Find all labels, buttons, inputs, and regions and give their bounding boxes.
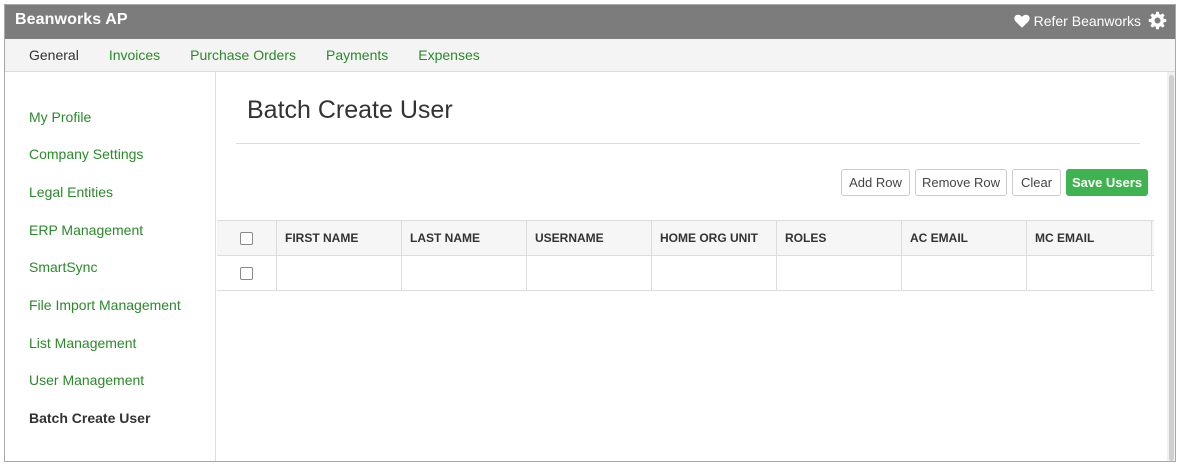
tab-purchase-orders[interactable]: Purchase Orders xyxy=(190,47,296,63)
mc-email-cell[interactable] xyxy=(1027,256,1152,290)
tab-general[interactable]: General xyxy=(29,47,79,63)
first-name-cell[interactable] xyxy=(277,256,402,290)
row-checkbox[interactable] xyxy=(240,266,253,280)
save-users-button[interactable]: Save Users xyxy=(1066,169,1148,196)
gear-icon[interactable] xyxy=(1148,11,1167,30)
add-row-button[interactable]: Add Row xyxy=(841,169,910,196)
scrollbar-thumb[interactable] xyxy=(1169,75,1174,461)
tab-payments[interactable]: Payments xyxy=(326,47,388,63)
sidebar-item-legal-entities[interactable]: Legal Entities xyxy=(29,184,113,200)
topbar-actions: Refer Beanworks xyxy=(1013,11,1167,30)
roles-cell[interactable] xyxy=(777,256,902,290)
sidebar-item-batch-create-user[interactable]: Batch Create User xyxy=(29,410,150,426)
column-header[interactable]: MC EMAIL xyxy=(1027,221,1152,255)
select-all-cell xyxy=(217,221,277,255)
app-title: Beanworks AP xyxy=(15,11,128,28)
sidebar-item-erp-management[interactable]: ERP Management xyxy=(29,222,143,238)
title-divider xyxy=(236,143,1140,144)
main-tabs: General Invoices Purchase Orders Payment… xyxy=(5,39,1175,72)
username-cell[interactable] xyxy=(527,256,652,290)
refer-link[interactable]: Refer Beanworks xyxy=(1034,13,1141,29)
select-all-checkbox[interactable] xyxy=(240,231,253,245)
main-content: Batch Create User Add Row Remove Row Cle… xyxy=(217,72,1169,461)
remove-row-button[interactable]: Remove Row xyxy=(915,169,1007,196)
column-header[interactable]: HOME ORG UNIT xyxy=(652,221,777,255)
row-select-cell xyxy=(217,256,277,290)
sidebar-item-company-settings[interactable]: Company Settings xyxy=(29,146,143,162)
page-title: Batch Create User xyxy=(247,96,453,124)
home-org-unit-cell[interactable] xyxy=(652,256,777,290)
tab-invoices[interactable]: Invoices xyxy=(109,47,160,63)
column-header[interactable]: LAST NAME xyxy=(402,221,527,255)
sidebar-item-user-management[interactable]: User Management xyxy=(29,372,144,388)
heart-icon[interactable] xyxy=(1013,12,1031,30)
sidebar-item-smartsync[interactable]: SmartSync xyxy=(29,259,97,275)
settings-sidebar: My Profile Company Settings Legal Entiti… xyxy=(5,72,216,461)
sidebar-item-my-profile[interactable]: My Profile xyxy=(29,109,91,125)
app-window: Beanworks AP Refer Beanworks General Inv… xyxy=(4,4,1176,462)
table-row xyxy=(217,256,1154,291)
ac-email-cell[interactable] xyxy=(902,256,1027,290)
sidebar-item-list-management[interactable]: List Management xyxy=(29,335,136,351)
last-name-cell[interactable] xyxy=(402,256,527,290)
clear-button[interactable]: Clear xyxy=(1012,169,1061,196)
users-grid: FIRST NAME LAST NAME USERNAME HOME ORG U… xyxy=(217,220,1154,291)
tab-expenses[interactable]: Expenses xyxy=(418,47,479,63)
column-header[interactable]: USERNAME xyxy=(527,221,652,255)
column-header[interactable]: ROLES xyxy=(777,221,902,255)
column-header[interactable]: FIRST NAME xyxy=(277,221,402,255)
sidebar-item-file-import-management[interactable]: File Import Management xyxy=(29,297,181,313)
grid-header-row: FIRST NAME LAST NAME USERNAME HOME ORG U… xyxy=(217,221,1154,256)
column-header[interactable]: AC EMAIL xyxy=(902,221,1027,255)
top-bar: Beanworks AP Refer Beanworks xyxy=(5,5,1175,39)
